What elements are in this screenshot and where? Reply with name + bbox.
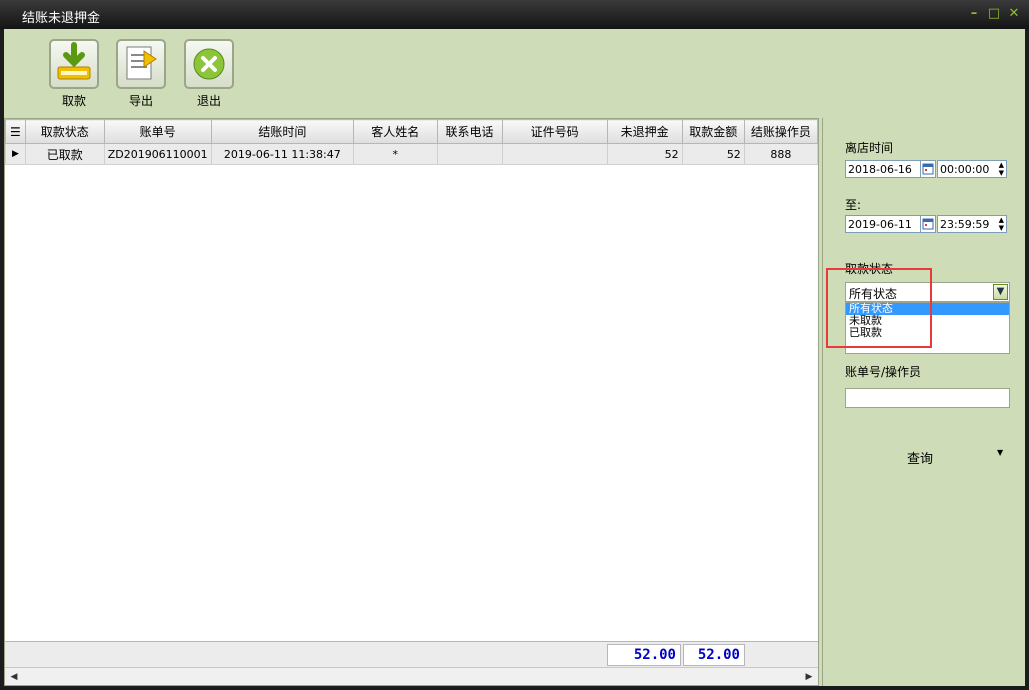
maximize-button[interactable]: □: [987, 7, 1001, 21]
row-pointer-icon: ▶: [5, 143, 26, 165]
column-header[interactable]: 取款金额: [681, 119, 745, 144]
calendar-icon[interactable]: [920, 160, 936, 178]
close-button[interactable]: ✕: [1007, 7, 1021, 21]
from-date-input[interactable]: 2018-06-16: [845, 160, 921, 178]
to-time-value: 23:59:59: [940, 218, 990, 231]
export-icon: [116, 39, 166, 89]
from-time-value: 00:00:00: [940, 163, 990, 176]
cell-checkout-time[interactable]: 2019-06-11 11:38:47: [210, 143, 354, 165]
cell-id-no[interactable]: [501, 143, 608, 165]
export-label: 导出: [128, 94, 153, 108]
totals-footer: 52.00 52.00: [5, 641, 818, 667]
cell-phone[interactable]: [436, 143, 503, 165]
exit-label: 退出: [196, 94, 221, 108]
exit-button[interactable]: 退出: [184, 39, 236, 109]
query-button[interactable]: 查询 ▼: [883, 446, 1013, 468]
scroll-right-icon[interactable]: ▶: [802, 670, 816, 684]
calendar-icon[interactable]: [920, 215, 936, 233]
to-date-input[interactable]: 2019-06-11: [845, 215, 921, 233]
to-time-input[interactable]: 23:59:59 ▲ ▼: [937, 215, 1007, 233]
column-header[interactable]: 未退押金: [606, 119, 683, 144]
leave-time-label: 离店时间: [845, 141, 894, 155]
grid-table: ☰ 取款状态 账单号 结账时间 客人姓名 联系电话 证件号码 未退押金 取款金额…: [5, 119, 819, 165]
from-time-input[interactable]: 00:00:00 ▲ ▼: [937, 160, 1007, 178]
title-bar: 结账未退押金 – □ ✕: [0, 0, 1029, 29]
column-header[interactable]: 结账时间: [210, 119, 354, 144]
column-header[interactable]: 联系电话: [436, 119, 503, 144]
chevron-down-icon[interactable]: ▼: [993, 284, 1008, 300]
cell-status[interactable]: 已取款: [24, 143, 105, 165]
bill-operator-input[interactable]: [845, 388, 1010, 408]
to-label: 至:: [845, 198, 862, 212]
filter-panel: 离店时间 2018-06-16 00:00:00 ▲ ▼ 至: 2019-06-1…: [822, 118, 1025, 686]
cell-deposit[interactable]: 52: [606, 143, 683, 165]
caret-down-icon[interactable]: ▼: [997, 448, 1003, 457]
column-header[interactable]: 取款状态: [24, 119, 105, 144]
cell-guest-name[interactable]: *: [352, 143, 438, 165]
table-row[interactable]: ▶ 已取款 ZD201906110001 2019-06-11 11:38:47…: [5, 143, 819, 165]
column-header[interactable]: 结账操作员: [743, 119, 819, 144]
column-header[interactable]: 客人姓名: [352, 119, 438, 144]
toolbar: 取款 导出 退出: [4, 29, 1025, 116]
spin-icon[interactable]: ▲ ▼: [999, 161, 1004, 177]
cell-amount[interactable]: 52: [681, 143, 745, 165]
row-selector-header-icon[interactable]: ☰: [5, 119, 26, 144]
total-deposit: 52.00: [607, 644, 681, 666]
cell-bill-no[interactable]: ZD201906110001: [103, 143, 212, 165]
data-grid: ☰ 取款状态 账单号 结账时间 客人姓名 联系电话 证件号码 未退押金 取款金额…: [4, 118, 819, 686]
bill-operator-label: 账单号/操作员: [845, 365, 922, 379]
collect-button[interactable]: 取款: [49, 39, 101, 109]
column-header[interactable]: 账单号: [103, 119, 212, 144]
highlight-box: [826, 268, 932, 348]
scroll-left-icon[interactable]: ◀: [7, 670, 21, 684]
spin-icon[interactable]: ▲ ▼: [999, 216, 1004, 232]
total-amount: 52.00: [683, 644, 745, 666]
client-area: 取款 导出 退出 ☰ 取款状态 账单号 结账时间 客人姓名 联系电话 证件号码 …: [4, 29, 1025, 686]
cell-operator[interactable]: 888: [743, 143, 819, 165]
collect-icon: [49, 39, 99, 89]
column-header[interactable]: 证件号码: [501, 119, 608, 144]
exit-icon: [184, 39, 234, 89]
collect-label: 取款: [61, 94, 86, 108]
minimize-button[interactable]: –: [967, 7, 981, 21]
grid-header-row: ☰ 取款状态 账单号 结账时间 客人姓名 联系电话 证件号码 未退押金 取款金额…: [5, 119, 819, 144]
window-title: 结账未退押金: [22, 11, 101, 26]
horizontal-scrollbar[interactable]: ◀ ▶: [5, 667, 818, 685]
export-button[interactable]: 导出: [116, 39, 168, 109]
query-label: 查询: [907, 452, 934, 467]
app-window: 结账未退押金 – □ ✕ 取款 导出 退出 ☰ 取款状态 账单号 结账时间 客人…: [0, 0, 1029, 690]
